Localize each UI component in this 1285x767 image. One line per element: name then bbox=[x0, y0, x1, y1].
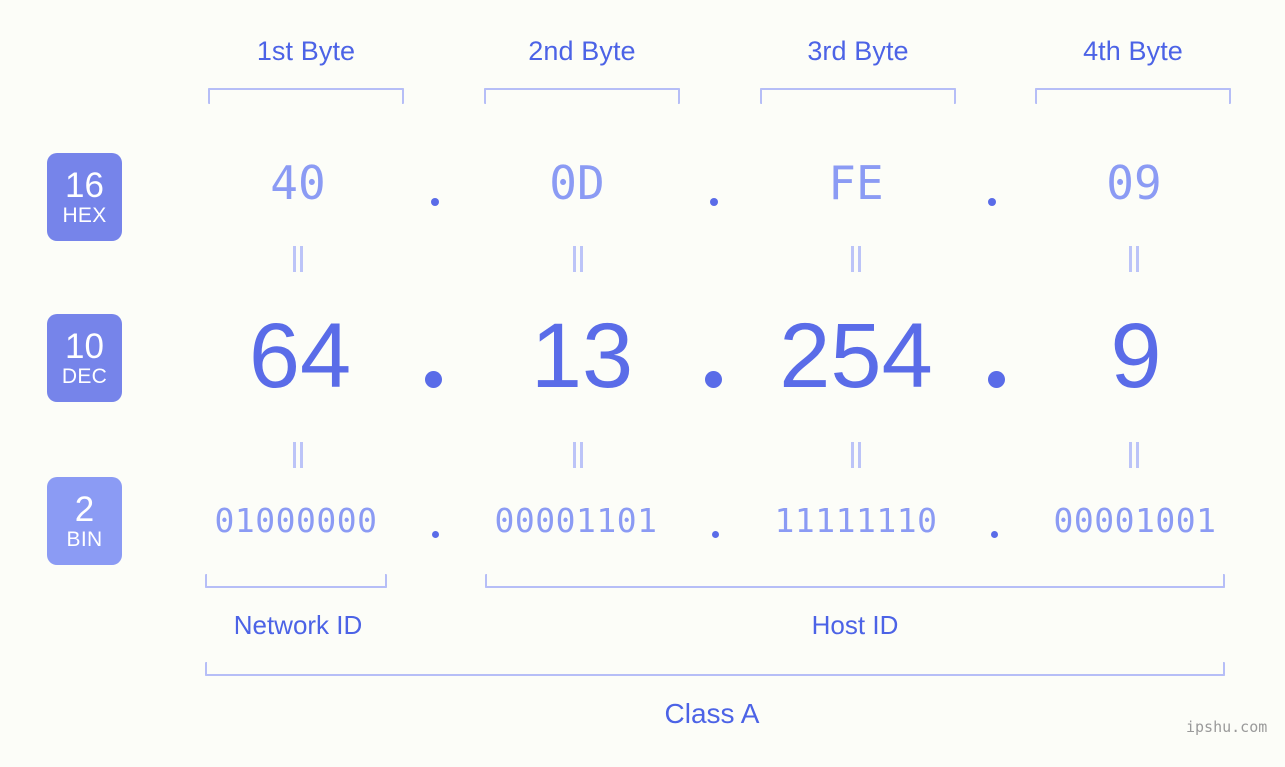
byte-header-label-3: 3rd Byte bbox=[807, 36, 909, 66]
base-badge-hex-name: HEX bbox=[62, 204, 107, 227]
equality-mark-dec-bin-4 bbox=[1128, 442, 1141, 468]
watermark: ipshu.com bbox=[1186, 718, 1268, 736]
network-id-label: Network ID bbox=[233, 610, 363, 640]
base-badge-dec-name: DEC bbox=[61, 365, 108, 388]
byte-header-label-2: 2nd Byte bbox=[528, 36, 636, 66]
equality-mark-dec-bin-1 bbox=[292, 442, 305, 468]
bin-value-byte-1: 01000000 bbox=[214, 501, 378, 540]
dec-separator-dot-3 bbox=[988, 371, 1005, 388]
equality-mark-hex-dec-1 bbox=[292, 246, 305, 272]
equality-mark-dec-bin-2 bbox=[572, 442, 585, 468]
bin-separator-dot-2 bbox=[712, 531, 719, 538]
byte-bracket-3 bbox=[760, 88, 956, 104]
equality-mark-dec-bin-3 bbox=[850, 442, 863, 468]
hex-separator-dot-3 bbox=[988, 198, 996, 206]
base-badge-dec-number: 10 bbox=[65, 327, 104, 366]
byte-bracket-2 bbox=[484, 88, 680, 104]
base-badge-hex-number: 16 bbox=[65, 166, 104, 205]
host-id-bracket bbox=[485, 574, 1225, 588]
hex-separator-dot-1 bbox=[431, 198, 439, 206]
network-id-bracket bbox=[205, 574, 387, 588]
equality-mark-hex-dec-4 bbox=[1128, 246, 1141, 272]
dec-value-byte-2: 13 bbox=[530, 305, 634, 407]
bin-separator-dot-1 bbox=[432, 531, 439, 538]
dec-value-byte-4: 9 bbox=[1110, 305, 1162, 407]
equality-mark-hex-dec-2 bbox=[572, 246, 585, 272]
dec-separator-dot-2 bbox=[705, 371, 722, 388]
hex-separator-dot-2 bbox=[710, 198, 718, 206]
byte-header-label-4: 4th Byte bbox=[1083, 36, 1183, 66]
base-badge-bin-name: BIN bbox=[66, 528, 103, 551]
dec-separator-dot-1 bbox=[425, 371, 442, 388]
base-badge-hex[interactable]: 16 HEX bbox=[47, 153, 122, 241]
bin-value-byte-2: 00001101 bbox=[494, 501, 658, 540]
byte-bracket-4 bbox=[1035, 88, 1231, 104]
hex-value-byte-3: FE bbox=[828, 156, 884, 210]
class-bracket bbox=[205, 662, 1225, 676]
host-id-label: Host ID bbox=[811, 610, 899, 640]
ip-breakdown-diagram: 1st Byte 2nd Byte 3rd Byte 4th Byte 16 H… bbox=[0, 0, 1285, 767]
equality-mark-hex-dec-3 bbox=[850, 246, 863, 272]
hex-value-byte-1: 40 bbox=[270, 156, 326, 210]
hex-value-byte-4: 09 bbox=[1106, 156, 1162, 210]
dec-value-byte-3: 254 bbox=[779, 305, 933, 407]
base-badge-dec[interactable]: 10 DEC bbox=[47, 314, 122, 402]
bin-separator-dot-3 bbox=[991, 531, 998, 538]
dec-value-byte-1: 64 bbox=[248, 305, 352, 407]
class-label: Class A bbox=[664, 698, 760, 729]
bin-value-byte-3: 11111110 bbox=[774, 501, 938, 540]
base-badge-bin-number: 2 bbox=[74, 490, 95, 529]
base-badge-bin[interactable]: 2 BIN bbox=[47, 477, 122, 565]
byte-bracket-1 bbox=[208, 88, 404, 104]
byte-header-label-1: 1st Byte bbox=[256, 36, 356, 66]
hex-value-byte-2: 0D bbox=[549, 156, 605, 210]
bin-value-byte-4: 00001001 bbox=[1053, 501, 1217, 540]
